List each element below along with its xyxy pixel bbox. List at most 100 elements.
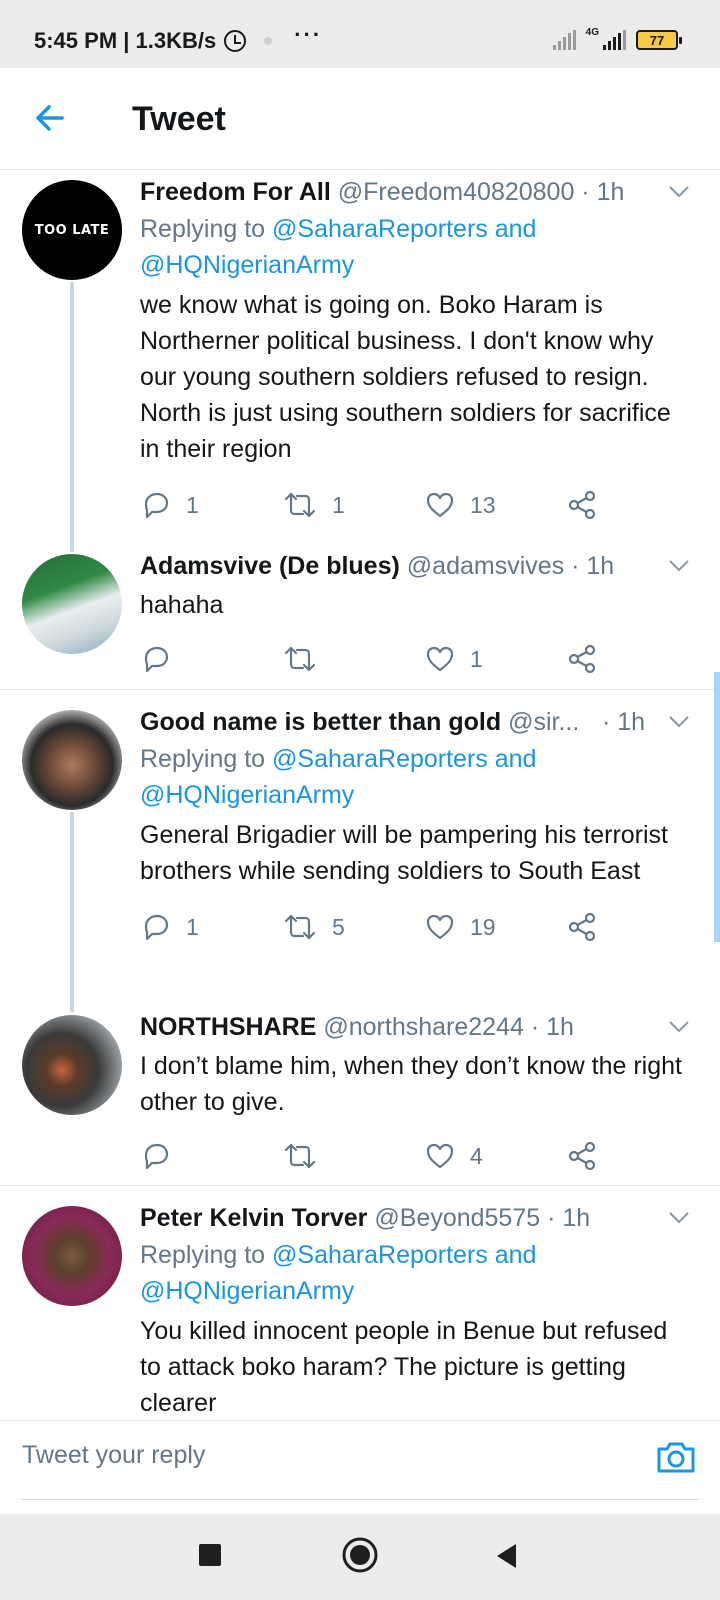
signal-2-icon	[603, 30, 626, 50]
like-button[interactable]: 1	[424, 643, 483, 675]
nav-square-icon[interactable]	[197, 1542, 223, 1568]
reply-button[interactable]	[140, 643, 186, 675]
tweet-item[interactable]: NORTHSHARE @northshare2244 · 1h I don’t …	[0, 1005, 720, 1185]
nav-home-icon[interactable]	[341, 1536, 379, 1574]
signal-1-icon	[552, 30, 576, 50]
avatar[interactable]	[22, 710, 122, 810]
chevron-down-icon[interactable]	[668, 1211, 690, 1225]
status-time-speed: 5:45 PM | 1.3KB/s	[34, 28, 217, 53]
reply-composer[interactable]: Tweet your reply	[0, 1420, 720, 1500]
avatar-text: TOO LATE	[34, 222, 110, 238]
reply-button[interactable]: 1	[140, 489, 199, 521]
share-button[interactable]	[566, 643, 598, 675]
like-count: 1	[470, 645, 483, 672]
reply-icon	[144, 1143, 169, 1170]
tweet-actions: 4	[140, 1140, 690, 1180]
tweet-item[interactable]: Peter Kelvin Torver @Beyond5575 · 1h Rep…	[0, 1196, 720, 1420]
replying-to: Replying to @SaharaReporters and @HQNige…	[140, 211, 690, 283]
share-button[interactable]	[566, 489, 598, 521]
notification-dot-icon	[264, 37, 273, 45]
reply-icon	[144, 646, 169, 673]
reply-button[interactable]	[140, 1140, 186, 1172]
retweet-icon	[284, 1143, 316, 1169]
author-name[interactable]: Peter Kelvin Torver	[140, 1204, 367, 1232]
camera-icon[interactable]	[654, 1435, 698, 1479]
mention-link[interactable]: @SaharaReporters and	[272, 745, 536, 773]
author-name[interactable]: Adamsvive (De blues)	[140, 552, 400, 580]
tweet-actions: 1 5 19	[140, 911, 690, 951]
like-button[interactable]: 19	[424, 911, 496, 943]
divider	[0, 1185, 720, 1186]
tweet-header: NORTHSHARE @northshare2244 · 1h	[140, 1010, 690, 1044]
author-name[interactable]: NORTHSHARE	[140, 1013, 316, 1041]
top-app-bar: Tweet	[0, 68, 720, 170]
like-icon	[426, 1143, 454, 1169]
author-handle: @northshare2244 · 1h	[323, 1013, 574, 1041]
chevron-down-icon[interactable]	[668, 1020, 690, 1034]
avatar[interactable]	[22, 554, 122, 654]
avatar[interactable]	[22, 1015, 122, 1115]
retweet-button[interactable]	[282, 643, 332, 675]
like-button[interactable]: 13	[424, 489, 496, 521]
tweet-text: we know what is going on. Boko Haram is …	[140, 291, 671, 463]
author-handle: @adamsvives · 1h	[406, 552, 615, 580]
share-button[interactable]	[566, 911, 598, 943]
tweet-header: Freedom For All @Freedom40820800 · 1h	[140, 175, 690, 209]
reply-count: 1	[186, 913, 199, 940]
like-icon	[426, 646, 454, 672]
status-left: 5:45 PM | 1.3KB/s ···	[34, 22, 322, 54]
retweet-count: 5	[332, 913, 345, 940]
replying-to: Replying to @SaharaReporters and @HQNige…	[140, 741, 690, 813]
replying-prefix: Replying to	[140, 1241, 266, 1269]
mention-link[interactable]: @HQNigerianArmy	[140, 1277, 354, 1305]
arrow-left-icon[interactable]	[32, 100, 68, 136]
tweet-item[interactable]: Adamsvive (De blues) @adamsvives · 1h ha…	[0, 544, 720, 689]
retweet-icon	[284, 914, 316, 940]
chevron-down-icon[interactable]	[668, 559, 690, 573]
author-handle: @Freedom40820800 · 1h	[337, 178, 625, 206]
share-icon	[568, 912, 596, 942]
status-bar: 5:45 PM | 1.3KB/s ··· 4G 77	[0, 0, 720, 68]
tweet-text: hahaha	[140, 591, 224, 619]
reply-button[interactable]: 1	[140, 911, 199, 943]
chevron-down-icon[interactable]	[668, 185, 690, 199]
reply-count: 1	[186, 491, 199, 518]
mention-link[interactable]: @HQNigerianArmy	[140, 781, 354, 809]
mention-link[interactable]: @HQNigerianArmy	[140, 251, 354, 279]
author-handle: @Beyond5575 · 1h	[374, 1204, 591, 1232]
mention-link[interactable]: @SaharaReporters and	[272, 1241, 536, 1269]
battery-icon: 77	[636, 30, 682, 50]
chevron-down-icon[interactable]	[668, 715, 690, 729]
tweet-actions: 1 1 13	[140, 489, 690, 529]
replying-prefix: Replying to	[140, 215, 266, 243]
retweet-button[interactable]: 5	[282, 911, 345, 943]
avatar[interactable]: TOO LATE	[22, 180, 122, 280]
author-handle: @sir...	[508, 708, 580, 736]
tweet-text: General Brigadier will be pampering his …	[140, 821, 669, 885]
more-notifications-icon: ···	[294, 22, 323, 47]
reply-icon	[144, 914, 169, 941]
tweet-time: · 1h	[602, 708, 646, 736]
scrollbar[interactable]	[714, 672, 720, 942]
tweet-header: Good name is better than gold @sir... · …	[140, 705, 690, 739]
share-button[interactable]	[566, 1140, 598, 1172]
like-button[interactable]: 4	[424, 1140, 483, 1172]
tweet-item[interactable]: Good name is better than gold @sir... · …	[0, 700, 720, 1012]
retweet-button[interactable]: 1	[282, 489, 345, 521]
avatar[interactable]	[22, 1206, 122, 1306]
reply-input-underline	[22, 1499, 698, 1500]
retweet-icon	[284, 492, 316, 518]
nav-back-icon[interactable]	[494, 1542, 520, 1570]
mention-link[interactable]: @SaharaReporters and	[272, 215, 536, 243]
retweet-button[interactable]	[282, 1140, 332, 1172]
retweet-icon	[284, 646, 316, 672]
author-name[interactable]: Good name is better than gold	[140, 708, 501, 736]
retweet-count: 1	[332, 491, 345, 518]
share-icon	[568, 1141, 596, 1171]
tweet-header: Peter Kelvin Torver @Beyond5575 · 1h	[140, 1201, 690, 1235]
tweet-text: I don’t blame him, when they don’t know …	[140, 1052, 682, 1116]
reply-input[interactable]: Tweet your reply	[22, 1441, 205, 1470]
system-nav-bar	[0, 1514, 720, 1600]
author-name[interactable]: Freedom For All	[140, 178, 331, 206]
like-count: 19	[470, 913, 496, 940]
